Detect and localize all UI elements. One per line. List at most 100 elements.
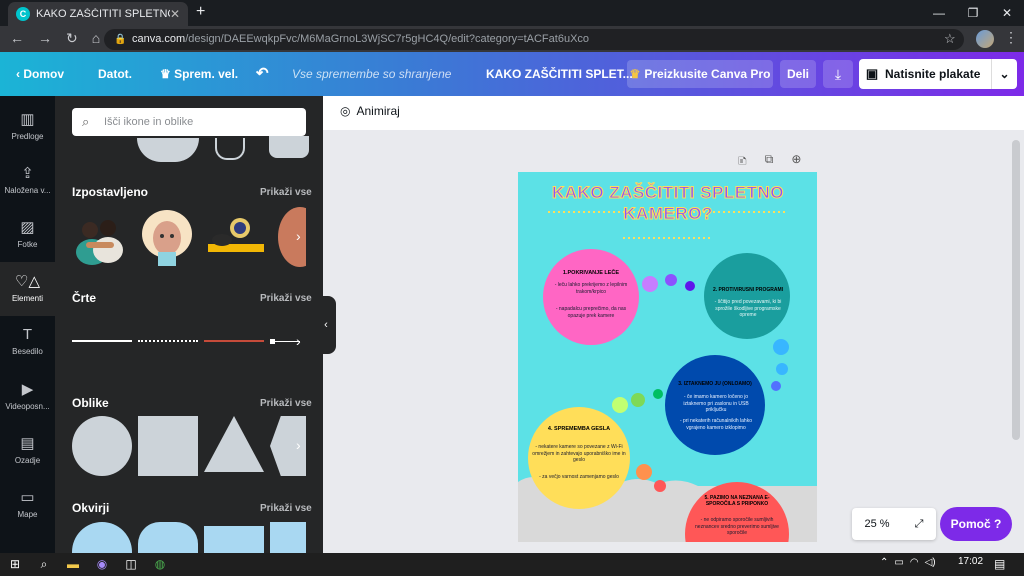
chevron-down-icon[interactable]: ⌄ [991,59,1017,89]
expand-icon[interactable]: ⤢ [915,518,924,531]
featured-item-woman[interactable] [140,206,194,266]
url-field[interactable]: 🔒 canva.com/design/DAEEwqkpFvc/M6MaGrnoL… [104,29,964,50]
close-tab-icon[interactable]: ✕ [170,7,180,21]
share-button[interactable]: Deli [780,60,816,88]
profile-avatar[interactable] [976,30,994,48]
search-input[interactable]: ⌕ Išči ikone in oblike [72,108,306,136]
chevron-right-icon[interactable]: › [296,228,301,244]
app-icon[interactable]: ◉ [93,555,111,573]
forward-icon[interactable]: → [38,30,52,47]
lines-show-all[interactable]: Prikaži vse [260,293,312,304]
featured-heading: Izpostavljeno [72,185,149,199]
elements-icon: ♡△ [15,273,40,290]
featured-item-leaf[interactable] [276,206,322,268]
zoom-control[interactable]: 25 % ⤢ [852,508,936,540]
poster-c1-title[interactable]: 1.POKRIVANJE LEČE [553,270,629,276]
browser-menu-icon[interactable]: ⋮ [1004,29,1018,46]
search-icon[interactable]: ⌕ [35,555,53,573]
rail-item-photos[interactable]: ▨ Fotke [0,208,55,262]
duplicate-page-icon[interactable]: ⧉ [765,152,774,173]
vertical-scrollbar[interactable] [1012,140,1020,440]
poster-c4-title[interactable]: 4. SPREMEMBA GESLA [538,426,620,432]
new-tab-icon[interactable]: + [196,3,205,21]
zoom-level[interactable]: 25 % [865,518,890,530]
partial-shape[interactable] [269,136,309,158]
rail-item-elements[interactable]: ♡△ Elementi [0,262,55,316]
poster-c2-title[interactable]: 2. PROTIVIRUSNI PROGRAMI [706,287,790,293]
reload-icon[interactable]: ↻ [66,30,78,47]
minimize-icon[interactable]: — [922,0,956,26]
poster-title[interactable]: KAKO ZAŠČITITI SPLETNO KAMERO? [538,182,798,225]
partial-shape[interactable] [137,138,199,162]
background-icon: ▤ [20,435,35,452]
square-shape[interactable] [138,416,198,476]
back-icon[interactable]: ← [10,30,24,47]
rail-item-templates[interactable]: ▥ Predloge [0,100,55,154]
poster-page[interactable]: KAKO ZAŠČITITI SPLETNO KAMERO? 1.POKRIVA… [518,172,817,542]
poster-c2-text[interactable]: - ščitijo pred povezavami, ki bi sprožil… [708,299,788,319]
home-button[interactable]: ‹ Domov [16,52,64,96]
undo-icon[interactable]: ↶ [256,52,269,96]
resize-button[interactable]: ♛ Sprem. vel. [160,52,238,96]
rail-item-video[interactable]: ▶ Videoposn... [0,370,55,424]
poster-c5-text[interactable]: - ne odpiramo sporočile sumljivih neznan… [694,517,780,537]
browser-tab[interactable]: C KAKO ZAŠČITITI SPLETNO KAMER ✕ [8,2,188,26]
file-explorer-icon[interactable]: ▬ [64,555,82,573]
rail-item-text[interactable]: T Besedilo [0,316,55,370]
poster-c4-text2[interactable]: - za večjo varnost zamenjamo geslo [532,474,626,481]
chevron-right-icon[interactable]: › [296,437,301,453]
help-button[interactable]: Pomoč ? [940,507,1012,541]
shapes-show-all[interactable]: Prikaži vse [260,398,312,409]
restore-icon[interactable]: ❐ [956,0,990,26]
featured-show-all[interactable]: Prikaži vse [260,187,312,198]
chevron-up-icon[interactable]: ⌃ [880,557,888,568]
wifi-icon[interactable]: ◠ [910,557,919,568]
chevron-right-icon[interactable]: › [296,333,301,349]
windows-store-icon[interactable]: ◫ [122,555,140,573]
home-icon[interactable]: ⌂ [92,30,100,47]
document-title[interactable]: KAKO ZAŠČITITI SPLET... [486,52,633,96]
frames-show-all[interactable]: Prikaži vse [260,503,312,514]
try-canva-pro-button[interactable]: ♛ Preizkusite Canva Pro [627,60,773,88]
cloud-frame[interactable] [138,522,198,553]
poster-c3-text1[interactable]: - če imamo kamero ločeno jo iztaknemo pr… [676,394,756,414]
download-icon[interactable]: ⤓ [823,60,853,88]
featured-item-laptop[interactable] [204,214,266,256]
poster-c3-text2[interactable]: - pri nekaterih računalnikih lahko vgraj… [678,418,754,431]
triangle-shape[interactable] [204,416,264,472]
shapes-heading: Oblike [72,396,109,410]
poster-c1-text2[interactable]: - napadalcu preprečimo, da nas opazuje p… [550,306,632,319]
print-posters-button[interactable]: ▣ Natisnite plakate ⌄ [859,59,1017,89]
poster-c5-title[interactable]: 5. PAZIMO NA NEZNANA E-SPOROČILA S PRIPO… [694,495,780,507]
rect-frame[interactable] [204,526,264,553]
animate-button[interactable]: ◎ Animiraj [340,104,400,118]
battery-icon[interactable]: ▭ [894,557,903,568]
volume-icon[interactable]: ◁) [925,557,936,568]
line-solid[interactable] [72,340,132,342]
square-frame[interactable] [270,522,306,553]
poster-c4-text1[interactable]: - nekatere kamere so povezane z Wi-Fi om… [532,444,626,464]
featured-item-hug[interactable] [70,210,130,265]
clock[interactable]: 17:02 [958,556,983,567]
note-icon[interactable]: 🗈 [738,152,747,173]
rail-item-uploads[interactable]: ⇪ Naložena v... [0,154,55,208]
close-window-icon[interactable]: ✕ [990,0,1024,26]
collapse-panel-button[interactable]: ‹ [316,296,336,354]
crown-icon: ♛ [160,67,175,81]
bookmark-star-icon[interactable]: ☆ [944,31,956,47]
windows-start-icon[interactable]: ⊞ [6,555,24,573]
rail-item-folders[interactable]: ▭ Mape [0,478,55,532]
file-menu-button[interactable]: Datot. [98,52,132,96]
circle-shape[interactable] [72,416,132,476]
partial-shape[interactable] [215,138,245,160]
chrome-icon[interactable]: ◍ [151,555,169,573]
poster-c3-title[interactable]: 3. IZTAKNEMO JU (ONLOAMO) [670,381,760,387]
woman-illustration-icon [142,210,192,266]
line-dotted[interactable] [138,340,198,342]
poster-c1-text1[interactable]: - leču lahko prekrijemo z lepilnim trako… [550,282,632,295]
tab-title: KAKO ZAŠČITITI SPLETNO KAMER [36,8,170,20]
line-red[interactable] [204,340,264,342]
rail-item-background[interactable]: ▤ Ozadje [0,424,55,478]
add-page-icon[interactable]: ⊕ [791,152,801,173]
notification-icon[interactable]: ▤ [994,557,1005,571]
